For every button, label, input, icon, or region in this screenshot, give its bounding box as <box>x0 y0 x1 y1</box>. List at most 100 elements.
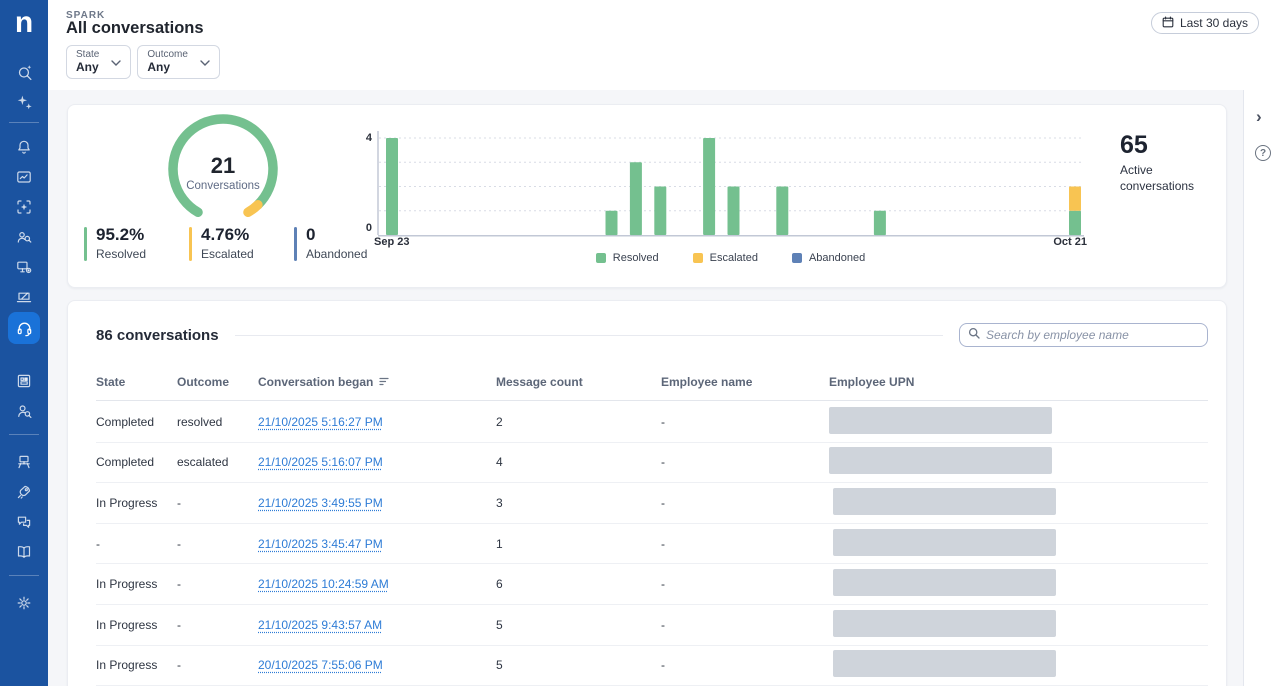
bar-segment-resolved[interactable] <box>703 138 715 235</box>
bar-segment-resolved[interactable] <box>776 187 788 236</box>
search-input[interactable] <box>986 328 1199 342</box>
column-header-state[interactable]: State <box>96 375 177 389</box>
conversations-summary-card: 21 Conversations 95.2% Resolved 4.76% Es… <box>67 104 1227 288</box>
date-range-button[interactable]: Last 30 days <box>1151 12 1259 34</box>
legend-label: Escalated <box>710 252 758 264</box>
bar-segment-resolved[interactable] <box>1069 211 1081 235</box>
stat-label: Resolved <box>96 247 146 261</box>
cell-conversation-began: 20/10/2025 7:55:06 PM <box>258 658 496 672</box>
device-gear-icon[interactable] <box>8 252 40 282</box>
conversation-began-link[interactable]: 20/10/2025 7:55:06 PM <box>258 658 383 672</box>
gauge-label: Conversations <box>158 180 288 192</box>
column-header-employee-upn[interactable]: Employee UPN <box>829 375 1208 389</box>
laptop-pen-icon[interactable] <box>8 282 40 312</box>
conversations-table-card: 86 conversations State Outcome Conversat… <box>67 300 1227 686</box>
cell-message-count: 5 <box>496 618 661 632</box>
cell-outcome: escalated <box>177 455 258 469</box>
conversations-bar-chart: 4 0 Sep 23 Oct 21 ResolvedEscalatedAband… <box>358 111 1103 271</box>
cell-employee-upn <box>829 407 1208 437</box>
person-search-icon[interactable] <box>8 396 40 426</box>
table-row: Completedresolved21/10/2025 5:16:27 PM2- <box>96 402 1208 443</box>
column-header-conversation-began[interactable]: Conversation began <box>258 375 496 389</box>
settings-gear-icon[interactable] <box>8 588 40 618</box>
chevron-down-icon <box>111 53 121 71</box>
bell-icon[interactable] <box>8 132 40 162</box>
stat-value: 4.76% <box>201 225 254 245</box>
cell-employee-upn <box>829 488 1208 518</box>
book-icon[interactable] <box>8 537 40 567</box>
conversation-began-link[interactable]: 21/10/2025 10:24:59 AM <box>258 577 389 591</box>
sparkles-icon[interactable] <box>8 87 40 117</box>
active-conversations-value: 65 <box>1120 131 1230 160</box>
cell-outcome: - <box>177 537 258 551</box>
stat-escalated: 4.76% Escalated <box>189 225 294 261</box>
cell-message-count: 2 <box>496 415 661 429</box>
help-icon[interactable]: ? <box>1255 145 1271 161</box>
column-header-employee-name[interactable]: Employee name <box>661 375 829 389</box>
cell-employee-upn <box>829 650 1208 680</box>
cell-conversation-began: 21/10/2025 5:16:27 PM <box>258 415 496 429</box>
active-conversations-label: Active conversations <box>1120 162 1206 194</box>
bar-segment-resolved[interactable] <box>728 187 740 236</box>
search-icon <box>968 326 980 344</box>
collapse-panel-chevron-icon[interactable]: › <box>1256 108 1262 125</box>
bar-segment-resolved[interactable] <box>874 211 886 235</box>
bar-segment-resolved[interactable] <box>630 162 642 235</box>
cell-message-count: 6 <box>496 577 661 591</box>
sort-descending-icon[interactable] <box>379 375 389 389</box>
outcome-filter-dropdown[interactable]: Outcome Any <box>137 45 220 79</box>
amplify-search-icon[interactable] <box>8 57 40 87</box>
bar-segment-resolved[interactable] <box>654 187 666 236</box>
cell-message-count: 3 <box>496 496 661 510</box>
bar-segment-escalated[interactable] <box>1069 187 1081 211</box>
ai-assist-headset-icon[interactable] <box>8 312 40 344</box>
conversation-began-link[interactable]: 21/10/2025 3:49:55 PM <box>258 496 383 510</box>
cell-employee-upn <box>829 610 1208 640</box>
cell-conversation-began: 21/10/2025 9:43:57 AM <box>258 618 496 632</box>
cell-outcome: resolved <box>177 415 258 429</box>
workstation-icon[interactable] <box>8 447 40 477</box>
legend-label: Abandoned <box>809 252 865 264</box>
conversation-began-link[interactable]: 21/10/2025 3:45:47 PM <box>258 537 383 551</box>
filter-value: Any <box>76 60 99 74</box>
cell-state: - <box>96 537 177 551</box>
date-range-label: Last 30 days <box>1180 16 1248 30</box>
redacted-upn-value <box>833 610 1056 637</box>
cell-conversation-began: 21/10/2025 3:45:47 PM <box>258 537 496 551</box>
table-title: 86 conversations <box>96 327 219 344</box>
table-row: In Progress-21/10/2025 10:24:59 AM6- <box>96 564 1208 605</box>
cell-employee-name: - <box>661 658 829 672</box>
column-header-outcome[interactable]: Outcome <box>177 375 258 389</box>
table-row: --21/10/2025 3:45:47 PM1- <box>96 524 1208 565</box>
rocket-icon[interactable] <box>8 477 40 507</box>
conversation-began-link[interactable]: 21/10/2025 9:43:57 AM <box>258 618 382 632</box>
gauge-value: 21 <box>158 153 288 179</box>
table-row: In Progress-21/10/2025 9:43:57 AM5- <box>96 605 1208 646</box>
cell-employee-name: - <box>661 618 829 632</box>
redacted-upn-value <box>829 447 1052 474</box>
cell-state: In Progress <box>96 618 177 632</box>
calendar-icon <box>1162 16 1174 31</box>
filter-bar: State Any Outcome Any <box>66 45 220 79</box>
conversation-began-link[interactable]: 21/10/2025 5:16:07 PM <box>258 455 383 469</box>
nexthink-logo[interactable]: n <box>15 4 33 44</box>
stat-color-bar <box>84 227 87 261</box>
bar-segment-resolved[interactable] <box>606 211 618 235</box>
dashboard-icon[interactable] <box>8 162 40 192</box>
legend-item-escalated: Escalated <box>693 252 758 264</box>
chat-bubbles-icon[interactable] <box>8 507 40 537</box>
user-group-search-icon[interactable] <box>8 222 40 252</box>
state-filter-dropdown[interactable]: State Any <box>66 45 131 79</box>
cell-employee-upn <box>829 447 1208 477</box>
gauge-center: 21 Conversations <box>158 153 288 192</box>
legend-swatch <box>596 253 606 263</box>
cell-state: Completed <box>96 455 177 469</box>
filter-label: Outcome <box>147 49 188 60</box>
outcome-stats: 95.2% Resolved 4.76% Escalated 0 Abandon… <box>84 225 399 261</box>
grid-apps-icon[interactable] <box>8 366 40 396</box>
conversation-began-link[interactable]: 21/10/2025 5:16:27 PM <box>258 415 383 429</box>
bar-segment-resolved[interactable] <box>386 138 398 235</box>
scan-sparkle-icon[interactable] <box>8 192 40 222</box>
cell-conversation-began: 21/10/2025 10:24:59 AM <box>258 577 496 591</box>
column-header-message-count[interactable]: Message count <box>496 375 661 389</box>
